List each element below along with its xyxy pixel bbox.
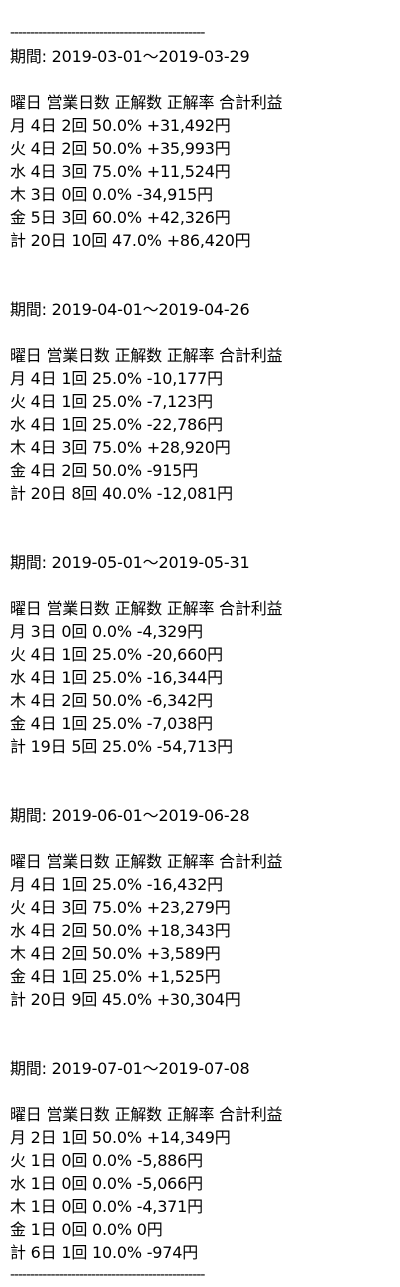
row-fri: 金 1日 0回 0.0% 0円 xyxy=(10,1220,163,1239)
row-total: 計 20日 8回 40.0% -12,081円 xyxy=(10,484,233,503)
period-section: 期間: 2019-05-01～2019-05-31 曜日 営業日数 正解数 正解… xyxy=(10,551,395,758)
row-fri: 金 5日 3回 60.0% +42,326円 xyxy=(10,208,231,227)
row-wed: 水 1日 0回 0.0% -5,066円 xyxy=(10,1174,203,1193)
period-section: 期間: 2019-06-01～2019-06-28 曜日 営業日数 正解数 正解… xyxy=(10,804,395,1011)
row-mon: 月 4日 1回 25.0% -10,177円 xyxy=(10,369,223,388)
table-header: 曜日 営業日数 正解数 正解率 合計利益 xyxy=(10,93,283,112)
period-label: 期間: 2019-03-01～2019-03-29 xyxy=(10,47,250,66)
row-mon: 月 3日 0回 0.0% -4,329円 xyxy=(10,622,203,641)
row-total: 計 19日 5回 25.0% -54,713円 xyxy=(10,737,233,756)
row-mon: 月 4日 1回 25.0% -16,432円 xyxy=(10,875,223,894)
row-wed: 水 4日 3回 75.0% +11,524円 xyxy=(10,162,231,181)
period-section: 期間: 2019-07-01～2019-07-08 曜日 営業日数 正解数 正解… xyxy=(10,1057,395,1264)
row-tue: 火 4日 2回 50.0% +35,993円 xyxy=(10,139,231,158)
row-thu: 木 4日 2回 50.0% -6,342円 xyxy=(10,691,213,710)
table-header: 曜日 営業日数 正解数 正解率 合計利益 xyxy=(10,852,283,871)
row-tue: 火 4日 1回 25.0% -7,123円 xyxy=(10,392,213,411)
row-thu: 木 3日 0回 0.0% -34,915円 xyxy=(10,185,213,204)
row-fri: 金 4日 2回 50.0% -915円 xyxy=(10,461,199,480)
row-mon: 月 2日 1回 50.0% +14,349円 xyxy=(10,1128,231,1147)
period-label: 期間: 2019-07-01～2019-07-08 xyxy=(10,1059,250,1078)
top-separator: ----------------------------------------… xyxy=(10,25,205,41)
period-section: 期間: 2019-03-01～2019-03-29 曜日 営業日数 正解数 正解… xyxy=(10,45,395,252)
row-wed: 水 4日 1回 25.0% -22,786円 xyxy=(10,415,223,434)
period-label: 期間: 2019-04-01～2019-04-26 xyxy=(10,300,250,319)
row-tue: 火 4日 3回 75.0% +23,279円 xyxy=(10,898,231,917)
table-header: 曜日 営業日数 正解数 正解率 合計利益 xyxy=(10,1105,283,1124)
row-wed: 水 4日 2回 50.0% +18,343円 xyxy=(10,921,231,940)
table-header: 曜日 営業日数 正解数 正解率 合計利益 xyxy=(10,346,283,365)
row-fri: 金 4日 1回 25.0% -7,038円 xyxy=(10,714,213,733)
row-total: 計 20日 10回 47.0% +86,420円 xyxy=(10,231,251,250)
row-tue: 火 1日 0回 0.0% -5,886円 xyxy=(10,1151,203,1170)
row-thu: 木 4日 2回 50.0% +3,589円 xyxy=(10,944,221,963)
period-label: 期間: 2019-05-01～2019-05-31 xyxy=(10,553,250,572)
row-fri: 金 4日 1回 25.0% +1,525円 xyxy=(10,967,221,986)
row-total: 計 20日 9回 45.0% +30,304円 xyxy=(10,990,241,1009)
report-document: ----------------------------------------… xyxy=(10,22,395,1287)
row-total: 計 6日 1回 10.0% -974円 xyxy=(10,1243,199,1262)
row-thu: 木 1日 0回 0.0% -4,371円 xyxy=(10,1197,203,1216)
period-label: 期間: 2019-06-01～2019-06-28 xyxy=(10,806,250,825)
period-section: 期間: 2019-04-01～2019-04-26 曜日 営業日数 正解数 正解… xyxy=(10,298,395,505)
table-header: 曜日 営業日数 正解数 正解率 合計利益 xyxy=(10,599,283,618)
row-mon: 月 4日 2回 50.0% +31,492円 xyxy=(10,116,231,135)
row-thu: 木 4日 3回 75.0% +28,920円 xyxy=(10,438,231,457)
row-wed: 水 4日 1回 25.0% -16,344円 xyxy=(10,668,223,687)
bottom-separator: ----------------------------------------… xyxy=(10,1267,205,1283)
row-tue: 火 4日 1回 25.0% -20,660円 xyxy=(10,645,223,664)
